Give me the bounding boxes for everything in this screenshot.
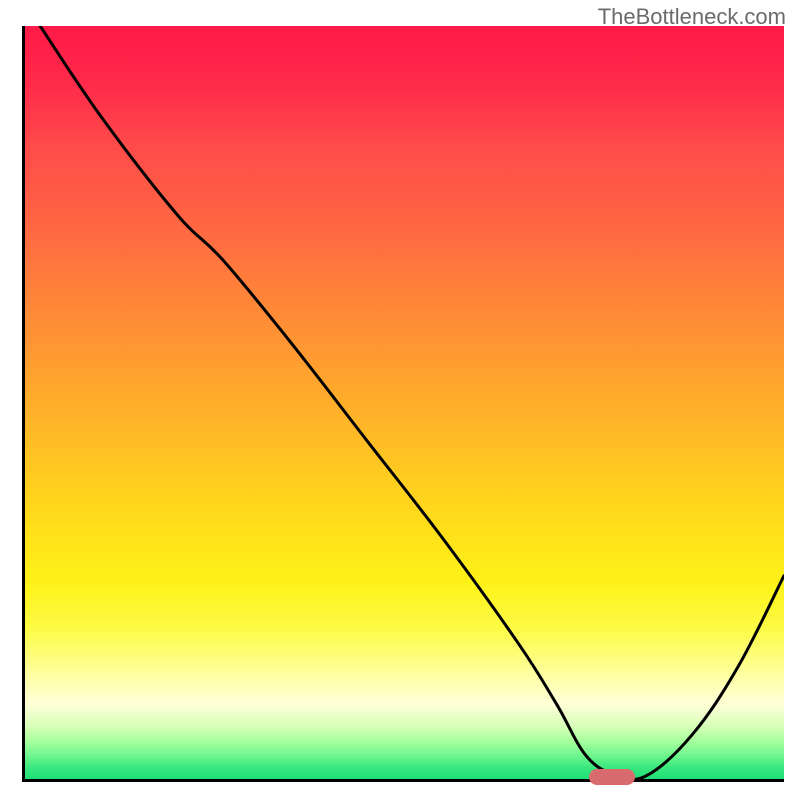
plot-area bbox=[22, 26, 784, 782]
optimal-marker bbox=[589, 769, 635, 785]
watermark-text: TheBottleneck.com bbox=[598, 4, 786, 30]
curve-layer bbox=[25, 26, 784, 779]
bottleneck-curve bbox=[40, 26, 784, 779]
